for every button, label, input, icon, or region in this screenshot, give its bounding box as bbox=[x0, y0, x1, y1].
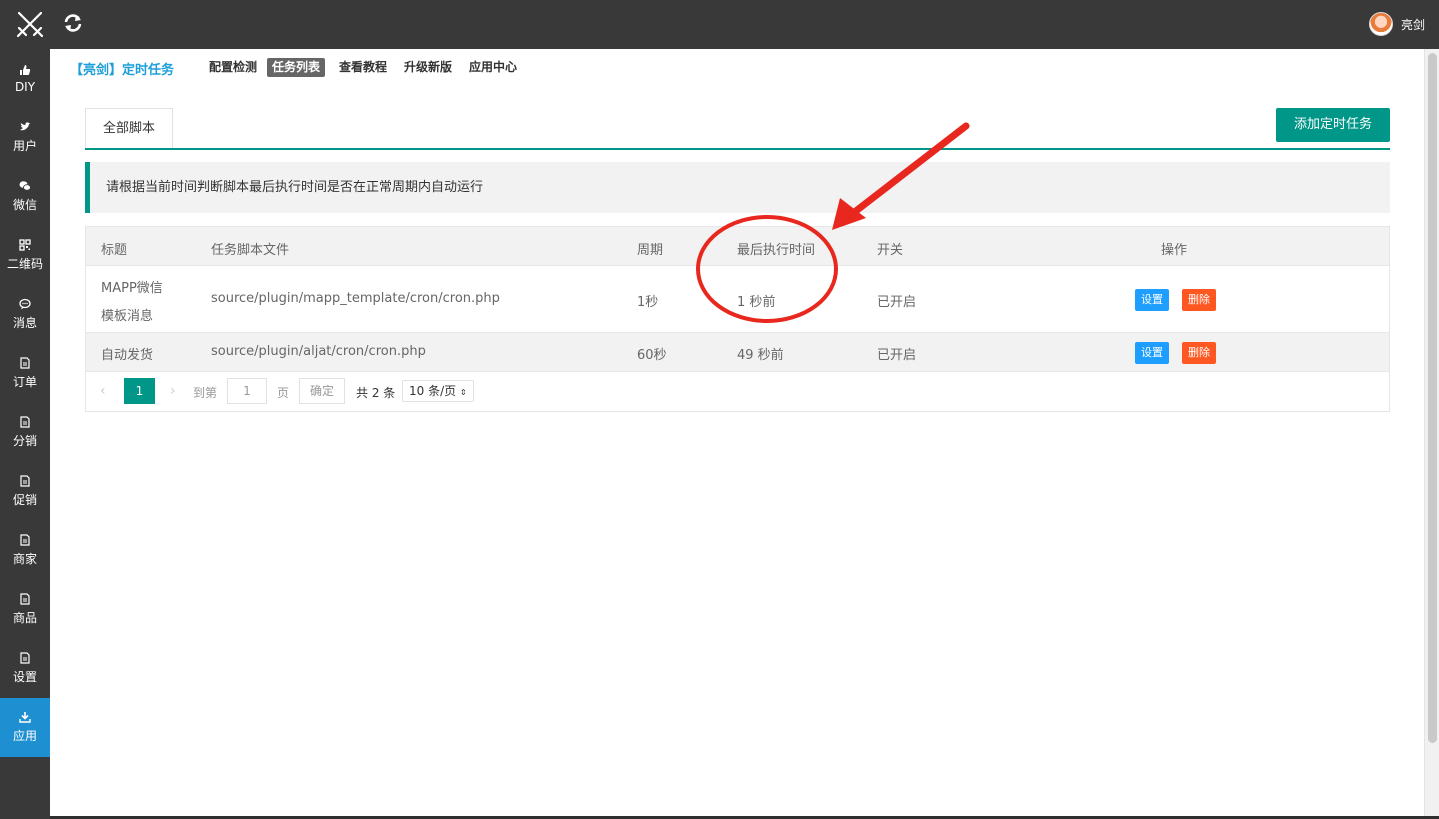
sidebar-item-label: 设置 bbox=[12, 670, 37, 684]
header-script-file: 任务脚本文件 bbox=[211, 243, 290, 258]
tab-underline bbox=[85, 148, 1390, 150]
crossed-swords-icon[interactable] bbox=[14, 8, 46, 40]
row-period: 60秒 bbox=[637, 348, 667, 363]
sidebar-item-distribution[interactable]: 分销 bbox=[0, 403, 50, 462]
header-period: 周期 bbox=[637, 243, 664, 258]
total-count: 共 2 条 bbox=[356, 386, 396, 400]
pagination: ‹ 1 › 到第 1 页 确定 共 2 条 10 条/页 ⇕ bbox=[86, 372, 1389, 412]
subnav-app-center[interactable]: 应用中心 bbox=[464, 58, 522, 77]
sidebar-item-apps[interactable]: 应用 bbox=[0, 698, 50, 757]
table-row: 自动发货 source/plugin/aljat/cron/cron.php 6… bbox=[86, 333, 1389, 372]
sidebar-item-label: 订单 bbox=[12, 375, 37, 389]
sidebar-item-messages[interactable]: 消息 bbox=[0, 285, 50, 344]
chevron-left-icon[interactable]: ‹ bbox=[100, 383, 106, 399]
page-title: 【亮剑】定时任务 bbox=[70, 63, 175, 78]
row-title-line1: MAPP微信 bbox=[101, 281, 163, 296]
sidebar-item-label: 应用 bbox=[12, 729, 37, 743]
subnav-config-check[interactable]: 配置检测 bbox=[204, 58, 262, 77]
document-icon bbox=[20, 534, 30, 546]
header-last-run: 最后执行时间 bbox=[737, 243, 816, 258]
page-label: 页 bbox=[277, 386, 290, 400]
chevron-right-icon[interactable]: › bbox=[170, 383, 176, 399]
edit-button[interactable]: 设置 bbox=[1135, 342, 1169, 364]
refresh-icon[interactable] bbox=[62, 12, 84, 34]
row-period: 1秒 bbox=[637, 295, 659, 310]
sidebar-item-label: DIY bbox=[14, 79, 36, 94]
delete-button[interactable]: 删除 bbox=[1182, 289, 1216, 311]
subnav-upgrade[interactable]: 升级新版 bbox=[399, 58, 457, 77]
table-row: MAPP微信 模板消息 source/plugin/mapp_template/… bbox=[86, 266, 1389, 333]
document-icon bbox=[20, 475, 30, 487]
main-panel: 【亮剑】定时任务 配置检测 任务列表 查看教程 升级新版 应用中心 全部脚本 添… bbox=[50, 49, 1424, 816]
avatar bbox=[1368, 12, 1393, 36]
delete-button[interactable]: 删除 bbox=[1182, 342, 1216, 364]
twitter-bird-icon bbox=[20, 122, 31, 131]
subnav-tutorial[interactable]: 查看教程 bbox=[334, 58, 392, 77]
username: 亮剑 bbox=[1400, 17, 1425, 32]
edit-button[interactable]: 设置 bbox=[1135, 289, 1169, 311]
thumbs-up-icon bbox=[20, 64, 31, 75]
row-last-run: 49 秒前 bbox=[737, 348, 784, 363]
sort-arrows-icon: ⇕ bbox=[459, 388, 467, 397]
row-script-file: source/plugin/mapp_template/cron/cron.ph… bbox=[211, 291, 500, 306]
goto-page-input[interactable]: 1 bbox=[227, 378, 267, 404]
sidebar-item-label: 用户 bbox=[12, 139, 37, 153]
sidebar-item-users[interactable]: 用户 bbox=[0, 108, 50, 167]
sidebar-item-label: 分销 bbox=[12, 434, 37, 448]
wechat-icon bbox=[19, 181, 31, 191]
sidebar-item-diy[interactable]: DIY bbox=[0, 49, 50, 108]
row-last-run: 1 秒前 bbox=[737, 295, 776, 310]
sidebar-item-label: 商家 bbox=[12, 552, 37, 566]
sidebar: DIY 用户 微信 二维码 消息 订单 分销 促销 商家 商品 设置 应用 bbox=[0, 49, 50, 819]
sidebar-item-settings[interactable]: 设置 bbox=[0, 639, 50, 698]
document-icon bbox=[20, 416, 30, 428]
chat-bubble-icon bbox=[19, 298, 31, 310]
qrcode-icon bbox=[19, 239, 31, 251]
row-status: 已开启 bbox=[877, 295, 917, 310]
sidebar-item-merchants[interactable]: 商家 bbox=[0, 521, 50, 580]
page-size-select[interactable]: 10 条/页 ⇕ bbox=[402, 380, 474, 402]
scrollbar[interactable] bbox=[1424, 49, 1439, 816]
tab-all-scripts[interactable]: 全部脚本 bbox=[85, 108, 173, 149]
sidebar-item-orders[interactable]: 订单 bbox=[0, 344, 50, 403]
sidebar-item-label: 促销 bbox=[12, 493, 37, 507]
sidebar-item-label: 二维码 bbox=[6, 257, 43, 271]
sidebar-item-products[interactable]: 商品 bbox=[0, 580, 50, 639]
add-task-button[interactable]: 添加定时任务 bbox=[1276, 108, 1390, 142]
user-menu[interactable]: 亮剑 bbox=[1368, 12, 1425, 36]
sidebar-item-wechat[interactable]: 微信 bbox=[0, 167, 50, 226]
row-status: 已开启 bbox=[877, 348, 917, 363]
sidebar-item-qrcode[interactable]: 二维码 bbox=[0, 226, 50, 285]
download-icon bbox=[19, 712, 31, 723]
page-current[interactable]: 1 bbox=[124, 378, 155, 404]
document-icon bbox=[20, 652, 30, 664]
info-tip: 请根据当前时间判断脚本最后执行时间是否在正常周期内自动运行 bbox=[85, 162, 1390, 213]
header-title: 标题 bbox=[101, 243, 128, 258]
document-icon bbox=[20, 593, 30, 605]
task-table: 标题 任务脚本文件 周期 最后执行时间 开关 操作 MAPP微信 模板消息 so… bbox=[85, 226, 1390, 412]
document-icon bbox=[20, 357, 30, 369]
sidebar-item-label: 商品 bbox=[12, 611, 37, 625]
row-title: 自动发货 bbox=[101, 348, 154, 363]
sidebar-item-promotion[interactable]: 促销 bbox=[0, 462, 50, 521]
sidebar-item-label: 消息 bbox=[12, 316, 37, 330]
header-switch: 开关 bbox=[877, 243, 904, 258]
table-header: 标题 任务脚本文件 周期 最后执行时间 开关 操作 bbox=[86, 227, 1389, 266]
goto-label: 到第 bbox=[193, 386, 218, 400]
sidebar-item-label: 微信 bbox=[12, 198, 37, 212]
row-script-file: source/plugin/aljat/cron/cron.php bbox=[211, 344, 426, 359]
top-bar: 亮剑 bbox=[0, 0, 1439, 49]
row-title-line2: 模板消息 bbox=[101, 309, 154, 324]
scrollbar-thumb[interactable] bbox=[1428, 53, 1437, 743]
subnav-task-list[interactable]: 任务列表 bbox=[267, 58, 326, 77]
header-actions: 操作 bbox=[1161, 243, 1188, 258]
page-size-value: 10 条/页 bbox=[409, 384, 457, 398]
goto-confirm-button[interactable]: 确定 bbox=[299, 378, 345, 404]
